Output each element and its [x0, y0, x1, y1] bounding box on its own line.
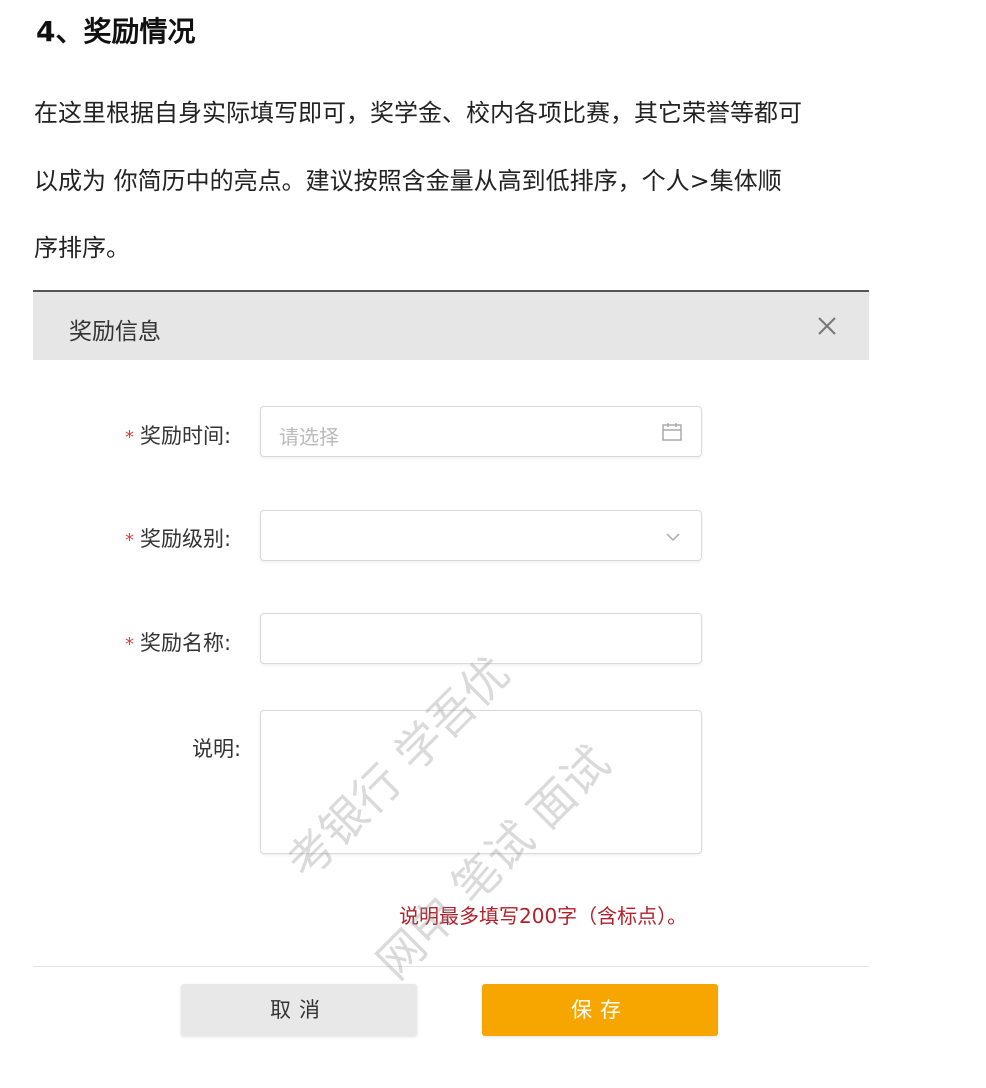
cancel-button[interactable]: 取消	[181, 984, 417, 1036]
award-name-label: * 奖励名称:	[125, 631, 232, 655]
required-mark: *	[125, 427, 134, 448]
dialog-title: 奖励信息	[69, 319, 161, 345]
award-name-input[interactable]	[260, 613, 702, 664]
chevron-down-icon	[666, 533, 680, 542]
required-mark: *	[125, 634, 134, 655]
paragraph-line-2: 以成为 你简历中的亮点。建议按照含金量从高到低排序，个人>集体顺	[34, 167, 782, 195]
paragraph-line-3: 序排序。	[34, 234, 130, 262]
description-textarea[interactable]	[260, 710, 702, 854]
award-level-select[interactable]	[260, 510, 702, 561]
award-time-label: * 奖励时间:	[125, 424, 232, 448]
section-heading: 4、奖励情况	[36, 15, 196, 48]
close-icon[interactable]	[815, 314, 839, 338]
save-button[interactable]: 保存	[482, 984, 718, 1036]
calendar-icon	[662, 423, 682, 441]
award-info-dialog: 奖励信息 * 奖励时间: 请选择 * 奖励级别: * 奖励名称: 说明: 说明最多填写…	[33, 290, 869, 1050]
description-hint: 说明最多填写200字（含标点）。	[399, 904, 688, 928]
award-time-placeholder: 请选择	[279, 425, 339, 449]
award-level-label: * 奖励级别:	[125, 527, 232, 551]
description-label: 说明:	[192, 737, 242, 761]
footer-divider	[33, 966, 869, 967]
paragraph-line-1: 在这里根据自身实际填写即可，奖学金、校内各项比赛，其它荣誉等都可	[34, 99, 802, 127]
required-mark: *	[125, 530, 134, 551]
award-time-picker[interactable]: 请选择	[260, 406, 702, 457]
dialog-header: 奖励信息	[33, 290, 869, 360]
